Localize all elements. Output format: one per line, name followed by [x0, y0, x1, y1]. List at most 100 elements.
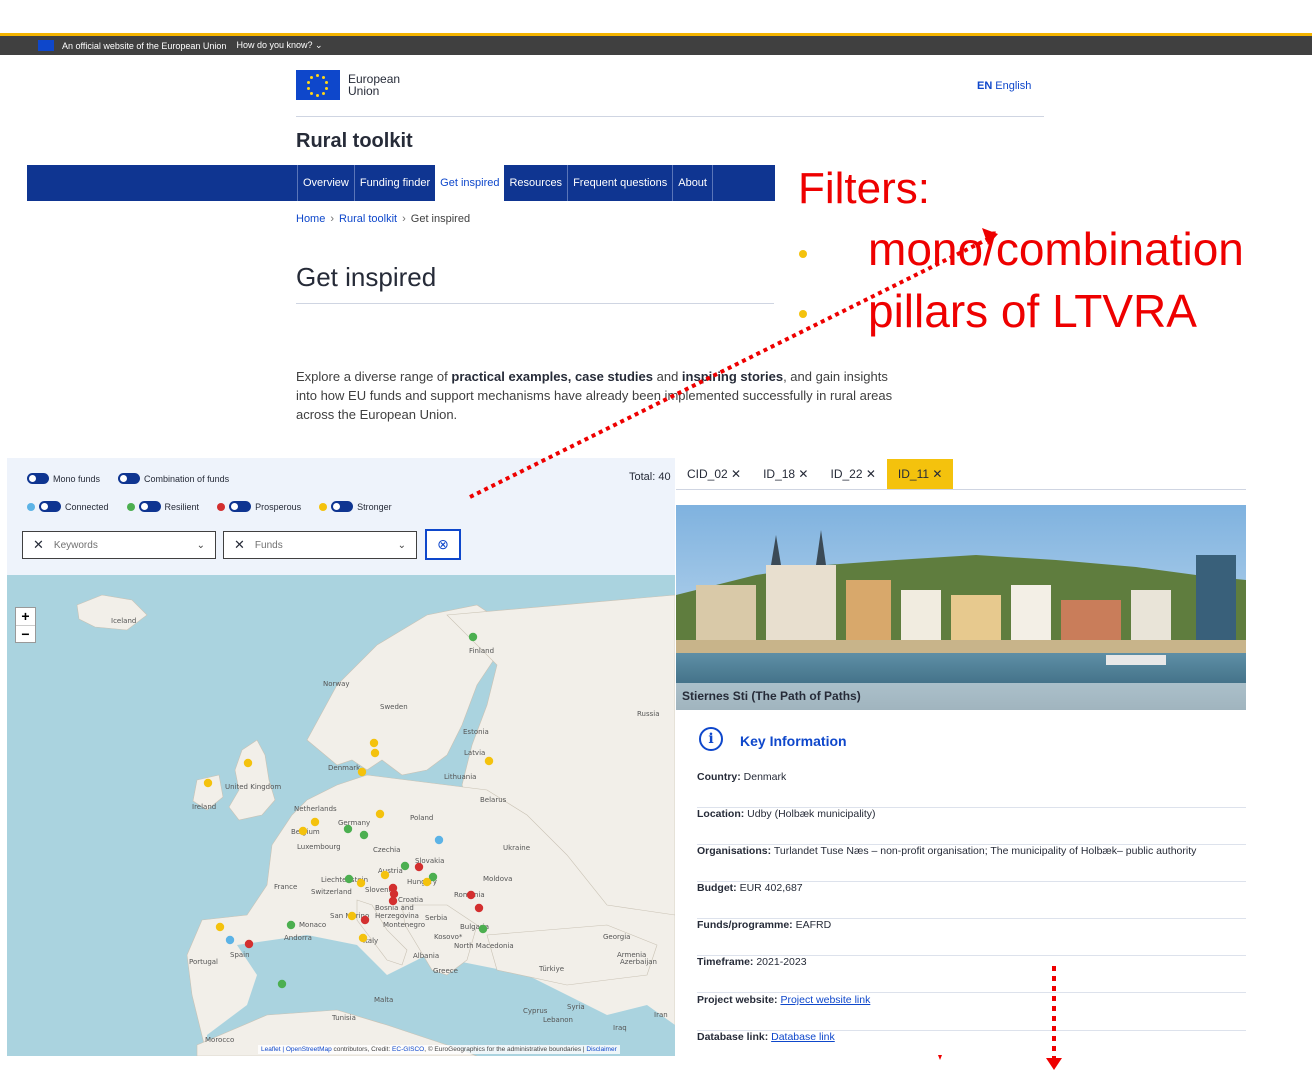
header-divider: [296, 116, 1044, 117]
project-marker[interactable]: [347, 911, 357, 921]
info-row-database: Database link: Database link: [697, 1031, 835, 1043]
nav-get-inspired[interactable]: Get inspired: [435, 165, 505, 201]
svg-text:Bosnia and: Bosnia and: [375, 904, 414, 912]
project-marker[interactable]: [388, 896, 398, 906]
project-marker[interactable]: [225, 935, 235, 945]
pillar-toggles: Connected Resilient Prosperous Stronger: [27, 501, 392, 512]
mono-funds-toggle[interactable]: [27, 473, 49, 484]
project-marker[interactable]: [474, 903, 484, 913]
language-selector[interactable]: EN English: [977, 80, 1031, 92]
clear-icon[interactable]: ✕: [234, 537, 245, 553]
breadcrumb-current: Get inspired: [410, 213, 471, 225]
project-marker[interactable]: [244, 939, 254, 949]
resilient-toggle[interactable]: [138, 501, 161, 512]
svg-text:Lithuania: Lithuania: [444, 773, 476, 781]
project-marker[interactable]: [357, 767, 367, 777]
svg-text:Iran: Iran: [654, 1011, 668, 1019]
project-marker[interactable]: [370, 748, 380, 758]
svg-text:Germany: Germany: [338, 819, 370, 827]
project-marker[interactable]: [243, 758, 253, 768]
zoom-in-button[interactable]: +: [16, 608, 35, 625]
project-marker[interactable]: [375, 809, 385, 819]
nav-funding-finder[interactable]: Funding finder: [353, 165, 435, 201]
project-marker[interactable]: [359, 830, 369, 840]
tab-id-18[interactable]: ID_18 ✕: [752, 459, 819, 489]
breadcrumb-rural-toolkit[interactable]: Rural toolkit: [339, 213, 397, 225]
zoom-control: + −: [15, 607, 36, 643]
project-marker[interactable]: [356, 878, 366, 888]
stronger-dot-icon: [319, 502, 328, 511]
svg-text:Spain: Spain: [230, 951, 250, 959]
nav-about[interactable]: About: [672, 165, 713, 201]
stronger-toggle[interactable]: [331, 501, 354, 512]
page-title: Get inspired: [296, 262, 437, 292]
nav-frequent-questions[interactable]: Frequent questions: [567, 165, 672, 201]
tab-id-11[interactable]: ID_11 ✕: [886, 459, 954, 489]
project-website-link[interactable]: Project website link: [780, 994, 870, 1006]
site-title[interactable]: Rural toolkit: [296, 130, 413, 153]
info-row-location: Location: Udby (Holbæk municipality): [697, 808, 1246, 845]
eu-logo[interactable]: European Union: [296, 70, 400, 100]
breadcrumb-separator: ›: [330, 213, 335, 225]
zoom-out-button[interactable]: −: [16, 625, 35, 642]
europe-map[interactable]: Iceland Finland Norway Sweden Russia Est…: [7, 575, 675, 1056]
project-marker[interactable]: [369, 738, 379, 748]
nav-resources[interactable]: Resources: [504, 165, 567, 201]
tab-id-22[interactable]: ID_22 ✕: [820, 459, 887, 489]
project-marker[interactable]: [215, 922, 225, 932]
project-marker[interactable]: [277, 979, 287, 989]
prosperous-toggle[interactable]: [229, 501, 252, 512]
clear-icon[interactable]: ✕: [33, 537, 44, 553]
info-row-country: Country: Denmark: [697, 771, 1246, 808]
svg-text:Serbia: Serbia: [425, 914, 447, 922]
info-row-budget: Budget: EUR 402,687: [697, 882, 1246, 919]
keywords-select[interactable]: ✕ Keywords ⌄: [22, 531, 216, 559]
project-marker[interactable]: [358, 933, 368, 943]
project-marker[interactable]: [360, 915, 370, 925]
project-marker[interactable]: [414, 862, 424, 872]
connected-toggle[interactable]: [39, 501, 61, 512]
keywords-placeholder: Keywords: [53, 539, 98, 551]
project-marker[interactable]: [344, 874, 354, 884]
project-marker[interactable]: [380, 870, 390, 880]
svg-text:Cyprus: Cyprus: [523, 1007, 548, 1015]
database-link[interactable]: Database link: [771, 1031, 835, 1043]
project-marker[interactable]: [298, 826, 308, 836]
project-title: Stiernes Sti (The Path of Paths): [676, 683, 1246, 710]
svg-text:Poland: Poland: [410, 814, 433, 822]
annotation-item-1: mono/combination: [868, 223, 1244, 275]
nav-overview[interactable]: Overview: [297, 165, 354, 201]
how-do-you-know-toggle[interactable]: How do you know? ⌄: [236, 40, 322, 51]
svg-text:Montenegro: Montenegro: [383, 921, 425, 929]
svg-text:Switzerland: Switzerland: [311, 888, 352, 896]
funds-select[interactable]: ✕ Funds ⌄: [223, 531, 417, 559]
svg-text:Malta: Malta: [374, 996, 393, 1004]
tab-cid-02[interactable]: CID_02 ✕: [676, 459, 752, 489]
combination-funds-label: Combination of funds: [144, 473, 230, 484]
combination-funds-toggle[interactable]: [118, 473, 141, 484]
intro-paragraph: Explore a diverse range of practical exa…: [296, 369, 893, 422]
svg-text:Kosovo*: Kosovo*: [434, 933, 463, 941]
project-marker[interactable]: [484, 756, 494, 766]
prosperous-label: Prosperous: [255, 501, 302, 512]
main-nav: Overview Funding finder Get inspired Res…: [297, 165, 713, 201]
official-eu-banner: An official website of the European Unio…: [0, 33, 1312, 55]
svg-text:Syria: Syria: [567, 1003, 585, 1011]
project-marker[interactable]: [422, 877, 432, 887]
project-marker[interactable]: [478, 924, 488, 934]
stronger-label: Stronger: [357, 501, 392, 512]
project-marker[interactable]: [400, 861, 410, 871]
project-marker[interactable]: [286, 920, 296, 930]
clear-filters-button[interactable]: ⊗: [425, 529, 461, 560]
project-marker[interactable]: [468, 632, 478, 642]
project-marker[interactable]: [203, 778, 213, 788]
breadcrumb-home[interactable]: Home: [296, 213, 325, 225]
project-marker[interactable]: [434, 835, 444, 845]
mono-funds-label: Mono funds: [53, 473, 101, 484]
project-marker[interactable]: [310, 817, 320, 827]
svg-text:Croatia: Croatia: [398, 896, 423, 904]
lang-code: EN: [977, 80, 993, 92]
project-marker[interactable]: [343, 824, 353, 834]
project-marker[interactable]: [466, 890, 476, 900]
title-divider: [296, 303, 774, 304]
